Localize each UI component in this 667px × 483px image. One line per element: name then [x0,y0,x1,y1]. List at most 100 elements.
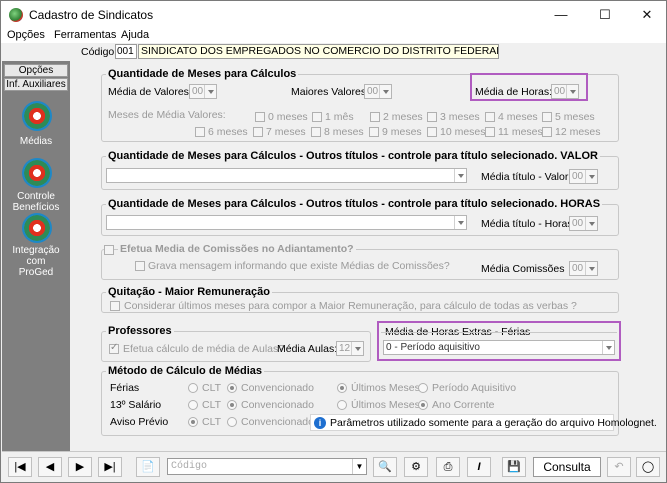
horas-extras-select[interactable]: 0 - Período aquisitivo [383,340,615,355]
print-icon[interactable]: ⎙ [436,457,460,477]
medias-panel: Quantidade de Meses para Cálculos Média … [73,61,665,451]
media-titulo-valor-select[interactable]: 00 [569,169,598,184]
meses-checkbox[interactable] [195,127,205,137]
sidebar-item-controle-beneficios[interactable]: Controle Benefícios [2,156,70,216]
ferias-ultimos-meses-label: Últimos Meses [351,382,420,394]
chevron-down-icon [585,170,597,183]
search-combo-placeholder: Código [171,461,208,472]
meses-checkbox[interactable] [255,112,265,122]
close-button[interactable]: ✕ [627,5,667,25]
meses-checkbox[interactable] [427,112,437,122]
codigo-bar: Código: 001 SINDICATO DOS EMPREGADOS NO … [1,43,666,61]
sidebar-tab-opcoes[interactable]: Opções [4,64,68,77]
decimo-terceiro-label: 13º Salário [110,399,162,411]
new-document-icon[interactable]: 📄 [136,457,160,477]
aviso-clt-radio[interactable] [188,417,198,427]
tools-icon[interactable]: ⚙ [404,457,428,477]
meses-label: 3 meses [440,111,480,123]
group-outros-horas: Quantidade de Meses para Cálculos - Outr… [101,198,619,236]
media-titulo-horas-value: 00 [572,218,584,229]
bottom-toolbar: |◀ ◀ ▶ ▶| 📄 Código ▼ 🔍 ⚙ ⎙ I 💾 Consulta … [2,451,666,482]
meses-checkbox[interactable] [485,112,495,122]
group-comissoes: Efetua Media de Comissões no Adiantament… [101,243,619,280]
efetua-comissoes-checkbox[interactable] [104,245,114,255]
first-record-button[interactable]: |◀ [8,457,32,477]
titulo-valor-select[interactable] [106,168,467,183]
chevron-down-icon [454,169,466,182]
sidebar-tab-inf-auxiliares[interactable]: Inf. Auxiliares [4,78,68,91]
grava-mensagem-checkbox[interactable] [135,261,145,271]
highlight-media-horas [470,73,588,101]
sidebar-item-medias[interactable]: Médias [2,99,70,149]
ferias-periodo-aquisitivo-radio[interactable] [418,383,428,393]
ferias-ultimos-meses-radio[interactable] [337,383,347,393]
sidebar-item-integracao-proged[interactable]: Integração com ProGed [2,211,70,278]
ferias-clt-radio[interactable] [188,383,198,393]
group-title: Professores [106,325,174,337]
media-comissoes-select[interactable]: 00 [569,261,598,276]
decimo-convencionado-radio[interactable] [227,400,237,410]
undo-icon[interactable]: ↶ [607,457,631,477]
meses-label: 0 meses [268,111,308,123]
decimo-ano-corrente-radio[interactable] [418,400,428,410]
meses-media-label: Meses de Média Valores: [108,109,226,121]
aviso-convencionado-radio[interactable] [227,417,237,427]
menu-ajuda[interactable]: Ajuda [121,29,149,41]
next-record-button[interactable]: ▶ [68,457,92,477]
homolognet-info: i Parâmetros utilizado somente para a ge… [310,414,657,431]
group-horas-extras: Média de Horas Extras - Férias 0 - Perío… [377,321,621,361]
divider [381,332,617,333]
group-metodo: Método de Cálculo de Médias Férias CLT C… [101,365,657,436]
group-title: Quantidade de Meses para Cálculos [106,68,299,80]
meses-checkbox[interactable] [370,112,380,122]
aviso-convencionado-label: Convencionado [241,416,314,428]
sidebar-item-label: Integração com ProGed [12,245,60,278]
minimize-button[interactable]: — [541,5,581,25]
ferias-convencionado-radio[interactable] [227,383,237,393]
last-record-button[interactable]: ▶| [98,457,122,477]
titulo-horas-select[interactable] [106,215,467,230]
aviso-clt-label: CLT [202,416,222,428]
meses-label: 7 meses [266,126,306,138]
meses-checkbox[interactable] [369,127,379,137]
media-comissoes-label: Média Comissões [481,263,565,275]
decimo-clt-radio[interactable] [188,400,198,410]
chevron-down-icon [204,85,216,98]
meses-checkbox[interactable] [542,112,552,122]
grava-mensagem-label: Grava mensagem informando que existe Méd… [148,260,450,272]
meses-checkbox[interactable] [485,127,495,137]
previous-record-button[interactable]: ◀ [38,457,62,477]
meses-checkbox[interactable] [253,127,263,137]
meses-label: 9 meses [382,126,422,138]
efetua-aulas-checkbox[interactable] [109,342,119,354]
group-professores: Professores Efetua cálculo de média de A… [101,325,371,362]
maiores-valores-select[interactable]: 00 [364,84,392,99]
considerar-meses-label: Considerar últimos meses para compor a M… [124,300,577,312]
consulta-field[interactable]: Consulta [533,457,601,477]
menu-ferramentas[interactable]: Ferramentas [54,29,116,41]
sindicato-name-field[interactable]: SINDICATO DOS EMPREGADOS NO COMERCIO DO … [138,44,499,59]
media-titulo-valor-value: 00 [572,171,584,182]
maiores-valores-label: Maiores Valores: [291,86,370,98]
sidebar: Opções Inf. Auxiliares Médias Controle B… [2,61,70,451]
binoculars-icon[interactable]: ◯ [636,457,660,477]
main-window: Cadastro de Sindicatos — ☐ ✕ Opções Ferr… [0,0,667,483]
codigo-input[interactable]: 001 [115,44,137,59]
meses-checkbox[interactable] [542,127,552,137]
media-valores-select[interactable]: 00 [189,84,217,99]
media-valores-value: 00 [192,86,204,97]
maximize-button[interactable]: ☐ [585,5,625,25]
italic-icon[interactable]: I [467,457,491,477]
meses-checkbox[interactable] [311,127,321,137]
search-combo[interactable]: Código ▼ [167,458,367,475]
considerar-meses-checkbox[interactable] [110,301,120,311]
search-tool-icon[interactable]: 🔍 [373,457,397,477]
decimo-ultimos-meses-radio[interactable] [337,400,347,410]
chevron-down-icon [602,341,614,354]
save-icon[interactable]: 💾 [502,457,526,477]
meses-checkbox[interactable] [427,127,437,137]
media-aulas-select[interactable]: 12 [336,341,364,356]
media-titulo-horas-select[interactable]: 00 [569,216,598,231]
meses-checkbox[interactable] [312,112,322,122]
menu-opcoes[interactable]: Opções [7,29,45,41]
